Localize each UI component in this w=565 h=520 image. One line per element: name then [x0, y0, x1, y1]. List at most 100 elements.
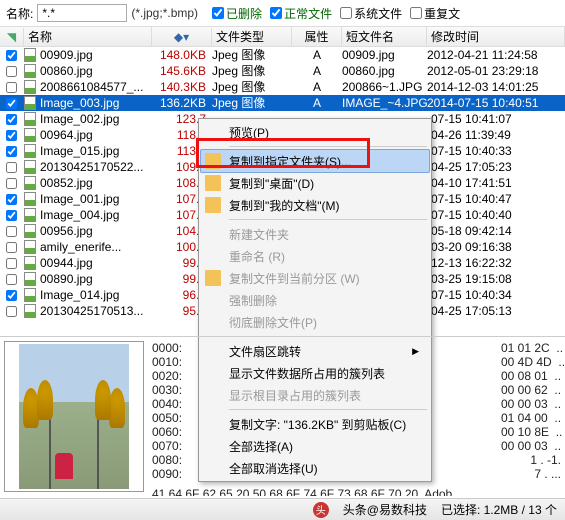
file-size: 145.6KB — [152, 63, 212, 79]
file-date: -04-25 17:05:13 — [427, 303, 565, 319]
file-size: 140.3KB — [152, 79, 212, 95]
file-date: -07-15 10:40:40 — [427, 207, 565, 223]
row-checkbox[interactable] — [6, 226, 17, 237]
source-label: 头条@易数科技 — [343, 501, 427, 518]
file-icon — [22, 96, 38, 110]
file-short: 200866~1.JPG — [342, 79, 427, 95]
file-icon — [22, 160, 38, 174]
file-type: Jpeg 图像 — [212, 95, 292, 111]
file-icon — [22, 80, 38, 94]
header-size-icon[interactable]: ◆▾ — [152, 28, 212, 46]
file-icon — [22, 192, 38, 206]
row-checkbox[interactable] — [6, 194, 17, 205]
file-name: 00944.jpg — [38, 255, 152, 271]
file-date: -05-18 09:42:14 — [427, 223, 565, 239]
bottom-panel: 0000:01 01 2C ..0010:00 4D 4D ..0020:00 … — [0, 336, 565, 496]
file-name: 00909.jpg — [38, 47, 152, 63]
menu-item[interactable]: 复制到"桌面"(D) — [201, 172, 429, 194]
menu-item: 强制删除 — [201, 289, 429, 311]
file-size: 148.0KB — [152, 47, 212, 63]
row-checkbox[interactable] — [6, 146, 17, 157]
filter-input[interactable] — [37, 4, 127, 22]
file-date: -07-15 10:40:33 — [427, 143, 565, 159]
table-row[interactable]: Image_003.jpg136.2KBJpeg 图像AIMAGE_~4.JPG… — [0, 95, 565, 111]
menu-item: 彻底删除文件(P) — [201, 311, 429, 333]
filter-check-2[interactable]: 系统文件 — [340, 5, 402, 22]
menu-label: 复制到"我的文档"(M) — [229, 197, 340, 214]
folder-icon — [205, 175, 221, 191]
file-date: -07-15 10:40:34 — [427, 287, 565, 303]
row-checkbox[interactable] — [6, 162, 17, 173]
row-checkbox[interactable] — [6, 114, 17, 125]
file-short: 00909.jpg — [342, 47, 427, 63]
name-label: 名称: — [6, 5, 33, 22]
table-row[interactable]: 00860.jpg145.6KBJpeg 图像A00860.jpg2012-05… — [0, 63, 565, 79]
status-bar: 头 头条@易数科技 已选择: 1.2MB / 13 个 — [0, 498, 565, 520]
file-icon — [22, 272, 38, 286]
header-date[interactable]: 修改时间 — [427, 26, 565, 47]
file-date: -04-10 17:41:51 — [427, 175, 565, 191]
hex-row: 0040:00 00 03 .. — [152, 397, 561, 411]
header-type[interactable]: 文件类型 — [212, 26, 292, 47]
file-date: 2012-04-21 11:24:58 — [427, 47, 565, 63]
row-checkbox[interactable] — [6, 178, 17, 189]
hex-row: 0050:01 04 00 .. — [152, 411, 561, 425]
menu-label: 新建文件夹 — [229, 226, 289, 243]
row-checkbox[interactable] — [6, 98, 17, 109]
row-checkbox[interactable] — [6, 242, 17, 253]
file-icon — [22, 256, 38, 270]
file-attr: A — [292, 47, 342, 63]
file-name: 00852.jpg — [38, 175, 152, 191]
menu-item[interactable]: 预览(P) — [201, 121, 429, 143]
file-attr: A — [292, 95, 342, 111]
row-checkbox[interactable] — [6, 210, 17, 221]
file-icon — [22, 128, 38, 142]
row-checkbox[interactable] — [6, 274, 17, 285]
file-attr: A — [292, 79, 342, 95]
menu-item: 新建文件夹 — [201, 223, 429, 245]
row-checkbox[interactable] — [6, 290, 17, 301]
file-type: Jpeg 图像 — [212, 47, 292, 63]
file-name: Image_015.jpg — [38, 143, 152, 159]
row-checkbox[interactable] — [6, 258, 17, 269]
header-name[interactable]: 名称 — [24, 26, 152, 47]
folder-icon — [205, 270, 221, 286]
menu-label: 复制到指定文件夹(S)... — [229, 153, 351, 170]
menu-label: 复制到"桌面"(D) — [229, 175, 314, 192]
row-checkbox[interactable] — [6, 130, 17, 141]
file-short: IMAGE_~4.JPG — [342, 95, 427, 111]
file-icon — [22, 176, 38, 190]
file-name: Image_003.jpg — [38, 95, 152, 111]
filter-check-0[interactable]: 已删除 — [212, 5, 262, 22]
table-row[interactable]: 2008661084577_...140.3KBJpeg 图像A200866~1… — [0, 79, 565, 95]
file-icon — [22, 48, 38, 62]
table-row[interactable]: 00909.jpg148.0KBJpeg 图像A00909.jpg2012-04… — [0, 47, 565, 63]
file-name: 00964.jpg — [38, 127, 152, 143]
row-checkbox[interactable] — [6, 306, 17, 317]
source-avatar: 头 — [313, 502, 329, 518]
row-checkbox[interactable] — [6, 82, 17, 93]
file-date: -12-13 16:22:32 — [427, 255, 565, 271]
header-attr[interactable]: 属性 — [292, 26, 342, 47]
file-size: 136.2KB — [152, 95, 212, 111]
hex-row: 0020:00 08 01 .. — [152, 369, 561, 383]
hex-row: 0030:00 00 62 .. — [152, 383, 561, 397]
menu-item[interactable]: 复制到指定文件夹(S)... — [200, 149, 430, 173]
file-date: -03-25 19:15:08 — [427, 271, 565, 287]
file-icon — [22, 64, 38, 78]
image-preview — [4, 341, 144, 492]
row-checkbox[interactable] — [6, 66, 17, 77]
column-headers: ◥ 名称 ◆▾ 文件类型 属性 短文件名 修改时间 — [0, 27, 565, 47]
row-checkbox[interactable] — [6, 50, 17, 61]
file-date: 2014-12-03 14:01:25 — [427, 79, 565, 95]
header-short[interactable]: 短文件名 — [342, 26, 427, 47]
file-name: 20130425170522... — [38, 159, 152, 175]
filter-check-1[interactable]: 正常文件 — [270, 5, 332, 22]
menu-item[interactable]: 复制到"我的文档"(M) — [201, 194, 429, 216]
filter-check-3[interactable]: 重复文 — [410, 5, 460, 22]
file-icon — [22, 224, 38, 238]
file-name: 00860.jpg — [38, 63, 152, 79]
file-date: -07-15 10:41:07 — [427, 111, 565, 127]
filter-hint: (*.jpg;*.bmp) — [131, 6, 198, 20]
file-date: 2014-07-15 10:40:51 — [427, 95, 565, 111]
